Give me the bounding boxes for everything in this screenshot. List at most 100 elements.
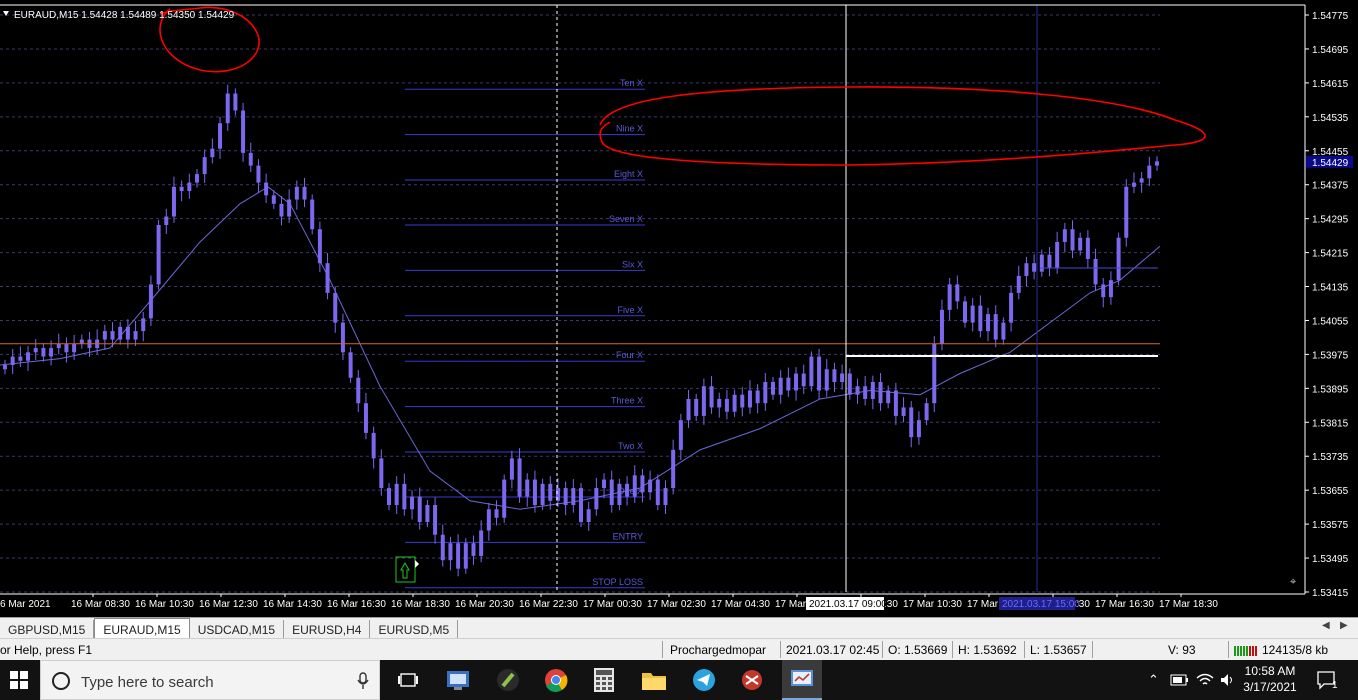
candle-body: [1124, 186, 1129, 238]
candle-body: [509, 458, 514, 480]
candle: [901, 397, 906, 423]
candle-body: [1016, 275, 1021, 293]
candle: [694, 393, 699, 422]
small-white-arrow-icon: [415, 560, 419, 568]
tray-overflow-icon[interactable]: ⌃: [1148, 660, 1159, 700]
candle-body: [548, 483, 553, 501]
battery-icon[interactable]: [1170, 660, 1190, 700]
level-label: Five X: [617, 305, 643, 315]
candle: [993, 305, 998, 348]
candle: [1047, 247, 1052, 277]
candle: [832, 362, 837, 393]
chrome-icon[interactable]: [538, 660, 574, 700]
tab-euraud-m15[interactable]: EURAUD,M15: [94, 618, 190, 638]
candle-body: [1108, 280, 1113, 298]
candle-body: [801, 373, 806, 387]
taskbar-clock[interactable]: 10:58 AM 3/17/2021: [1236, 663, 1304, 695]
file-explorer-icon[interactable]: [636, 660, 672, 700]
tab-gbpusd-m15[interactable]: GBPUSD,M15: [0, 620, 95, 638]
taskbar-search-input[interactable]: [79, 671, 353, 693]
candle-body: [1131, 182, 1136, 187]
candle: [717, 392, 722, 418]
candle-body: [594, 488, 599, 510]
tab-eurusd-m5[interactable]: EURUSD,M5: [370, 620, 459, 638]
candle-body: [164, 216, 169, 226]
candle: [1016, 265, 1021, 300]
search-icon: [52, 672, 70, 690]
tab-usdcad-m15[interactable]: USDCAD,M15: [190, 620, 285, 638]
windows-taskbar: ⌃ 10:58 AM 3/17/2021 1: [0, 660, 1358, 700]
current-price-label: 1.54429: [1312, 158, 1349, 169]
candle-body: [847, 373, 852, 395]
candle: [310, 194, 315, 235]
green-app-icon[interactable]: [490, 660, 526, 700]
candle: [671, 439, 676, 495]
candle-body: [571, 488, 576, 506]
candle-body: [1078, 237, 1083, 251]
candle: [778, 370, 783, 404]
candle: [1124, 179, 1129, 247]
taskbar-search-box[interactable]: [40, 660, 380, 700]
candle-body: [233, 93, 238, 111]
candle: [525, 473, 530, 507]
candle-body: [970, 305, 975, 323]
chart-header: EURAUD,M15 1.54428 1.54489 1.54350 1.544…: [14, 10, 235, 21]
tab-scroll-right-icon[interactable]: ▶: [1340, 620, 1348, 631]
candle: [801, 364, 806, 394]
price-tick-label: 1.53815: [1312, 418, 1349, 429]
candle: [1155, 156, 1159, 171]
candle-body: [79, 339, 84, 344]
wifi-icon[interactable]: [1196, 660, 1214, 700]
connection-bars-icon[interactable]: [1234, 644, 1258, 659]
volume-icon[interactable]: [1220, 660, 1236, 700]
candle: [479, 520, 484, 563]
candle: [563, 481, 568, 516]
active-terminal-icon[interactable]: [782, 660, 822, 700]
price-tick-label: 1.54535: [1312, 113, 1349, 124]
tab-scroll-left-icon[interactable]: ◀: [1322, 620, 1330, 631]
price-tick-label: 1.53735: [1312, 452, 1349, 463]
candle-body: [655, 479, 660, 506]
crosshair2-time-label: 2021.03.17 15:00: [1002, 599, 1080, 610]
snip-tool-icon[interactable]: [734, 660, 770, 700]
price-tick-label: 1.54375: [1312, 181, 1349, 192]
tab-eurusd-h4[interactable]: EURUSD,H4: [284, 620, 371, 638]
candle-body: [794, 373, 799, 391]
candle-body: [763, 381, 768, 404]
candle-body: [901, 407, 906, 416]
microphone-icon[interactable]: [357, 672, 369, 690]
candle-body: [271, 195, 276, 204]
candle-body: [1009, 292, 1014, 323]
candle-body: [72, 343, 77, 353]
candle: [233, 88, 238, 116]
candle-body: [640, 475, 645, 493]
candle-body: [402, 483, 407, 510]
calculator-icon[interactable]: [586, 660, 622, 700]
candle: [363, 393, 368, 440]
metatrader-app-icon[interactable]: [440, 660, 476, 700]
notification-center-icon[interactable]: 1: [1316, 660, 1338, 700]
candle: [1009, 285, 1014, 332]
candle-body: [241, 110, 246, 153]
candle-body: [694, 398, 699, 416]
price-chart[interactable]: Ten X Nine X Eight X Seven X Six X Five X Four…: [0, 0, 1358, 617]
windows-start-icon[interactable]: [0, 660, 38, 700]
candle-body: [932, 343, 937, 404]
candle-body: [1032, 263, 1037, 272]
candle-body: [248, 152, 253, 166]
candle: [156, 219, 161, 290]
candle: [1062, 222, 1067, 253]
chart-canvas[interactable]: Ten X Nine X Eight X Seven X Six X Five X Four…: [0, 0, 1358, 617]
price-tick-label: 1.54775: [1312, 11, 1349, 22]
candle-body: [993, 314, 998, 340]
candle-body: [156, 225, 161, 285]
candle: [863, 376, 868, 406]
candle: [225, 84, 230, 131]
candle-body: [133, 331, 138, 340]
candle-body: [471, 543, 476, 556]
candle: [1108, 271, 1113, 305]
candle-body: [279, 203, 284, 217]
task-view-icon[interactable]: [390, 660, 426, 700]
telegram-icon[interactable]: [686, 660, 722, 700]
candle-body: [118, 326, 123, 340]
